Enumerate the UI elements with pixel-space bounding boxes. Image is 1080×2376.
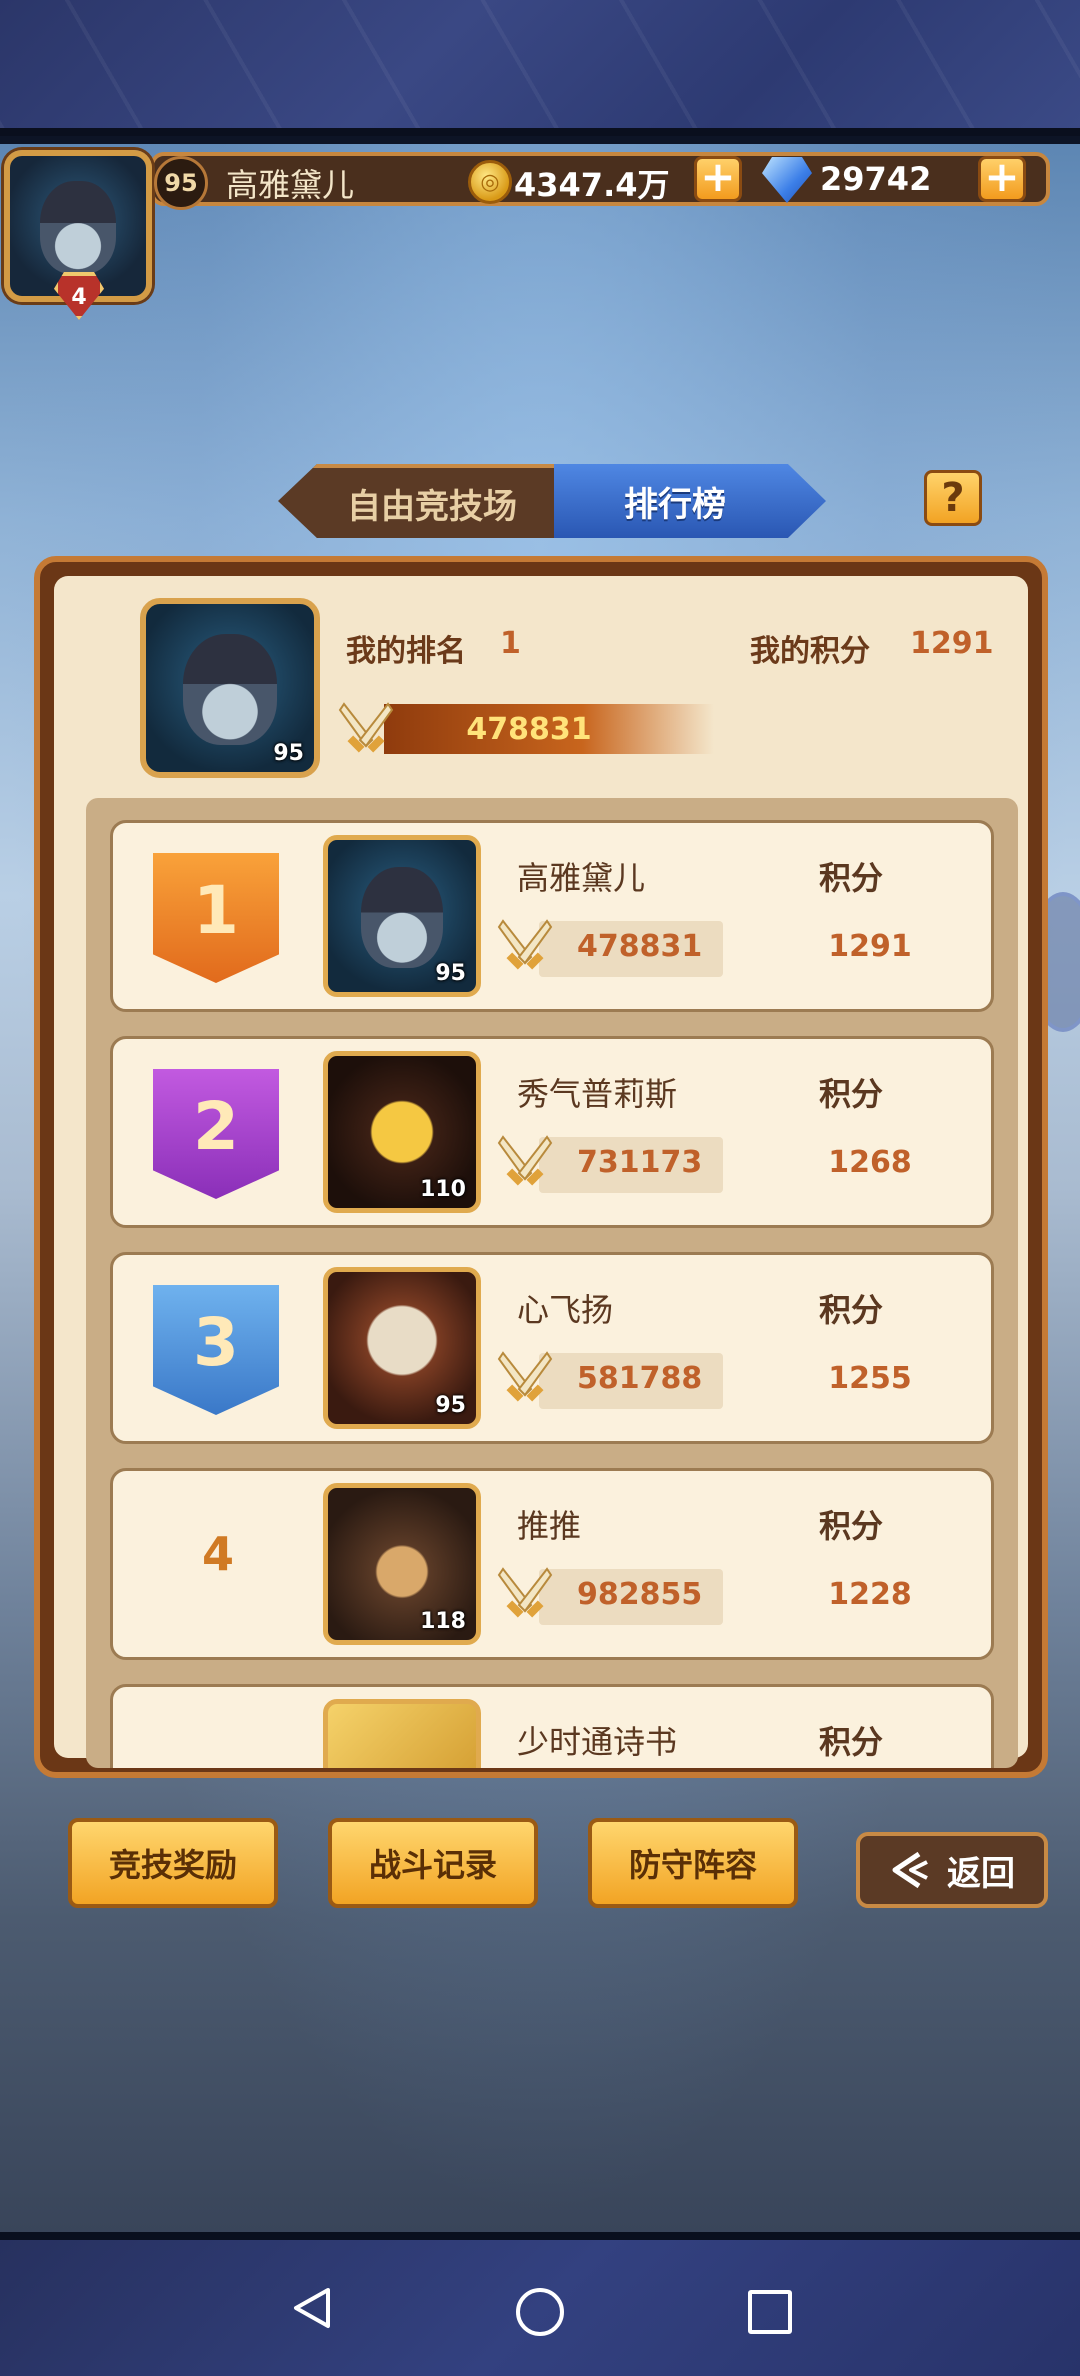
top-decor-band bbox=[0, 0, 1080, 136]
back-button-label: 返回 bbox=[947, 1853, 1015, 1894]
my-score-value: 1291 bbox=[910, 626, 994, 661]
row-avatar[interactable]: 95 bbox=[323, 835, 481, 997]
avatar-level: 110 bbox=[420, 1177, 466, 1202]
row-power: 581788 bbox=[577, 1361, 703, 1396]
player-level: 95 bbox=[154, 156, 208, 210]
arena-rewards-button[interactable]: 竞技奖励 bbox=[68, 1818, 278, 1908]
defense-lineup-button[interactable]: 防守阵容 bbox=[588, 1818, 798, 1908]
my-power-value: 478831 bbox=[384, 704, 714, 754]
my-avatar[interactable]: 95 bbox=[140, 598, 320, 778]
panel-inner: 95 我的排名 1 我的积分 1291 478831 1 95 高雅黛儿 积分 bbox=[54, 576, 1028, 1768]
tab-free-arena[interactable]: 自由竞技场 bbox=[278, 464, 556, 538]
row-avatar[interactable]: 118 bbox=[323, 1483, 481, 1645]
row-power: 731173 bbox=[577, 1145, 703, 1180]
rank-badge-bronze: 3 bbox=[153, 1285, 279, 1415]
help-button[interactable]: ? bbox=[924, 470, 982, 526]
gem-amount: 29742 bbox=[820, 160, 932, 198]
avatar-level: 95 bbox=[435, 961, 466, 986]
row-score: 1255 bbox=[828, 1361, 912, 1396]
avatar-level: 95 bbox=[435, 1393, 466, 1418]
leaderboard-panel: 95 我的排名 1 我的积分 1291 478831 1 95 高雅黛儿 积分 bbox=[34, 556, 1048, 1778]
player-name: 高雅黛儿 bbox=[226, 166, 355, 204]
avatar-level: 118 bbox=[420, 1609, 466, 1634]
nav-recents-icon[interactable] bbox=[748, 2290, 792, 2334]
row-power: 478831 bbox=[577, 929, 703, 964]
row-avatar[interactable]: 110 bbox=[323, 1051, 481, 1213]
add-gold-button[interactable]: + bbox=[694, 156, 742, 202]
nav-home-icon[interactable] bbox=[516, 2288, 564, 2336]
rank-badge-silver: 2 bbox=[153, 1069, 279, 1199]
row-player-name: 心飞扬 bbox=[517, 1291, 614, 1329]
row-score: 1291 bbox=[828, 929, 912, 964]
ranking-row[interactable]: 少时通诗书 积分 bbox=[110, 1684, 994, 1768]
crossed-swords-icon bbox=[338, 702, 394, 753]
row-score: 1228 bbox=[828, 1577, 912, 1612]
row-player-name: 少时通诗书 bbox=[517, 1723, 678, 1761]
row-player-name: 秀气普莉斯 bbox=[517, 1075, 678, 1113]
tab-leaderboard[interactable]: 排行榜 bbox=[554, 464, 826, 538]
my-rank-value: 1 bbox=[500, 626, 521, 661]
back-button[interactable]: 返回 bbox=[856, 1832, 1048, 1908]
back-arrow-icon bbox=[892, 1851, 928, 1889]
row-avatar[interactable]: 95 bbox=[323, 1267, 481, 1429]
row-score-label: 积分 bbox=[819, 1723, 884, 1761]
ranking-row[interactable]: 1 95 高雅黛儿 积分 478831 1291 bbox=[110, 820, 994, 1012]
portrait-face bbox=[39, 181, 117, 274]
crossed-swords-icon bbox=[497, 919, 553, 970]
row-score-label: 积分 bbox=[819, 859, 884, 897]
nav-back-icon[interactable] bbox=[290, 2286, 334, 2330]
gold-coin-icon: ◎ bbox=[468, 160, 512, 204]
row-player-name: 推推 bbox=[517, 1507, 582, 1545]
rank-badge-gold: 1 bbox=[153, 853, 279, 983]
row-score-label: 积分 bbox=[819, 1507, 884, 1545]
add-gems-button[interactable]: + bbox=[978, 156, 1026, 202]
portrait-face bbox=[182, 634, 278, 746]
row-score-label: 积分 bbox=[819, 1291, 884, 1329]
ranking-row[interactable]: 3 95 心飞扬 积分 581788 1255 bbox=[110, 1252, 994, 1444]
portrait-face bbox=[360, 867, 444, 968]
my-rank-label: 我的排名 bbox=[346, 634, 466, 669]
row-score-label: 积分 bbox=[819, 1075, 884, 1113]
ranking-row[interactable]: 4 118 推推 积分 982855 1228 bbox=[110, 1468, 994, 1660]
crossed-swords-icon bbox=[497, 1567, 553, 1618]
crossed-swords-icon bbox=[497, 1135, 553, 1186]
gold-amount: 4347.4万 bbox=[514, 166, 670, 204]
crossed-swords-icon bbox=[497, 1351, 553, 1402]
row-power: 982855 bbox=[577, 1577, 703, 1612]
battle-log-button[interactable]: 战斗记录 bbox=[328, 1818, 538, 1908]
row-score: 1268 bbox=[828, 1145, 912, 1180]
ranking-list[interactable]: 1 95 高雅黛儿 积分 478831 1291 2 110 秀气普莉斯 积分 … bbox=[86, 798, 1018, 1768]
ranking-row[interactable]: 2 110 秀气普莉斯 积分 731173 1268 bbox=[110, 1036, 994, 1228]
rank-number: 4 bbox=[201, 1527, 234, 1581]
avatar-level: 95 bbox=[273, 741, 304, 766]
row-player-name: 高雅黛儿 bbox=[517, 859, 646, 897]
row-avatar[interactable] bbox=[323, 1699, 481, 1768]
my-score-label: 我的积分 bbox=[750, 634, 870, 669]
